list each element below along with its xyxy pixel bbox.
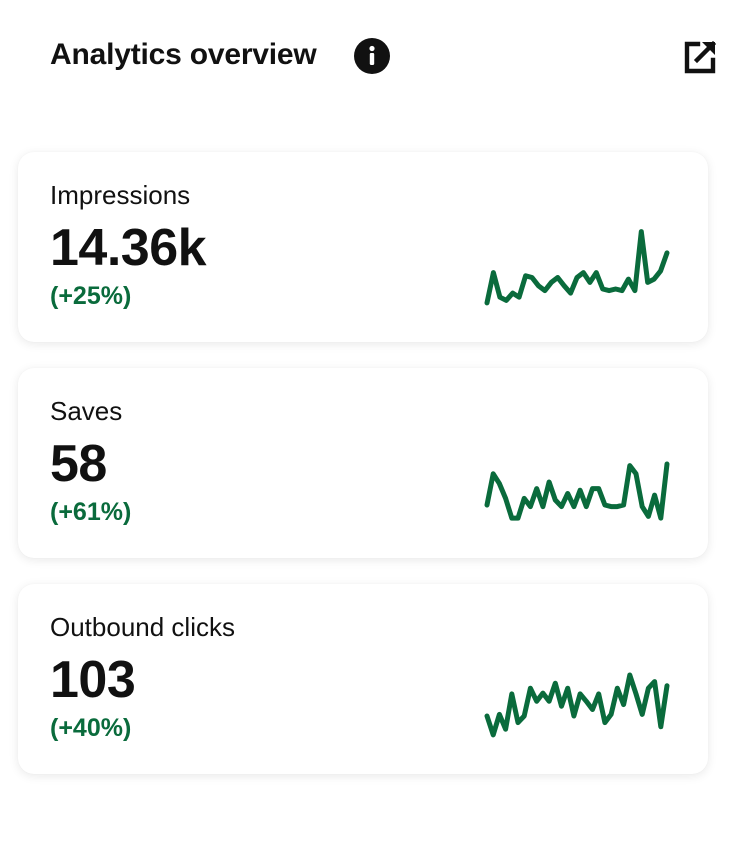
impressions-sparkline: [484, 229, 670, 306]
card-value: 14.36k: [50, 219, 207, 277]
sparkline-path: [484, 229, 670, 306]
card-label: Saves: [50, 396, 123, 426]
header: Analytics overview: [50, 34, 730, 80]
outbound-clicks-sparkline: [484, 672, 670, 738]
info-icon[interactable]: [354, 38, 390, 74]
sparkline-path: [484, 672, 670, 738]
card-value: 103: [50, 651, 136, 709]
card-change: (+40%): [50, 714, 132, 742]
page-title: Analytics overview: [50, 38, 317, 71]
card-label: Impressions: [50, 180, 191, 210]
saves-sparkline: [484, 461, 670, 521]
impressions-card[interactable]: Impressions 14.36k (+25%): [18, 152, 708, 342]
card-change: (+25%): [50, 282, 132, 310]
card-value: 58: [50, 435, 107, 493]
card-label: Outbound clicks: [50, 612, 235, 642]
sparkline-path: [484, 461, 670, 521]
saves-card[interactable]: Saves 58 (+61%): [18, 368, 708, 558]
external-link-icon[interactable]: [680, 37, 720, 77]
outbound-clicks-card[interactable]: Outbound clicks 103 (+40%): [18, 584, 708, 774]
card-change: (+61%): [50, 498, 132, 526]
